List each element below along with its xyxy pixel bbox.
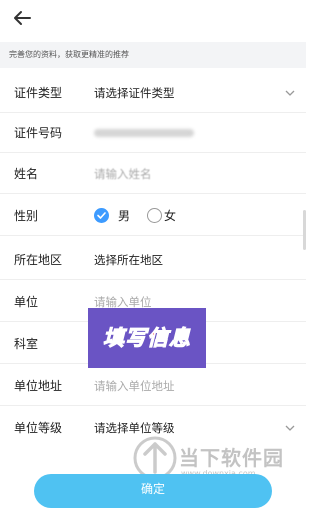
- divider: [0, 152, 306, 153]
- region-label: 所在地区: [14, 253, 63, 267]
- cert-no-row[interactable]: 证件号码: [0, 113, 306, 153]
- unit-address-input[interactable]: 请输入单位地址: [94, 366, 175, 406]
- gender-radio-female[interactable]: 女: [147, 196, 187, 236]
- chevron-down-icon: [285, 425, 295, 431]
- top-bar: [0, 0, 306, 36]
- radio-unchecked-icon: [147, 208, 162, 223]
- cert-no-label: 证件号码: [14, 126, 63, 140]
- divider: [0, 235, 306, 236]
- cert-type-row[interactable]: 证件类型 请选择证件类型: [0, 73, 306, 113]
- watermark-brand: 当下软件园: [179, 446, 284, 470]
- department-label: 科室: [14, 337, 39, 351]
- divider: [0, 279, 306, 280]
- cert-type-label: 证件类型: [14, 86, 63, 100]
- name-input[interactable]: 请输入姓名: [94, 154, 152, 194]
- cert-no-value-blurred[interactable]: [94, 129, 194, 137]
- region-row[interactable]: 所在地区 选择所在地区: [0, 240, 306, 280]
- gender-label: 性别: [14, 209, 39, 223]
- back-arrow-icon[interactable]: [10, 6, 34, 30]
- radio-checked-icon: [94, 208, 109, 223]
- gender-radio-male[interactable]: 男: [94, 196, 134, 236]
- name-label: 姓名: [14, 167, 39, 181]
- divider: [0, 405, 306, 406]
- unit-label: 单位: [14, 295, 39, 309]
- profile-hint: 完善您的资料，获取更精准的推荐: [0, 42, 306, 68]
- confirm-button[interactable]: 确定: [34, 474, 272, 508]
- gender-female-label: 女: [164, 209, 177, 223]
- unit-address-label: 单位地址: [14, 379, 63, 393]
- unit-address-row[interactable]: 单位地址 请输入单位地址: [0, 366, 306, 406]
- scrollbar[interactable]: [303, 210, 306, 250]
- unit-level-label: 单位等级: [14, 421, 63, 435]
- cert-type-select[interactable]: 请选择证件类型: [94, 73, 175, 113]
- divider: [0, 193, 306, 194]
- overlay-caption: 填写信息: [88, 308, 206, 368]
- gender-row: 性别 男 女: [0, 196, 306, 236]
- chevron-down-icon: [285, 90, 295, 96]
- name-row[interactable]: 姓名 请输入姓名: [0, 154, 306, 194]
- overlay-caption-text: 填写信息: [103, 325, 191, 351]
- region-select[interactable]: 选择所在地区: [94, 240, 163, 280]
- gender-male-label: 男: [118, 209, 131, 223]
